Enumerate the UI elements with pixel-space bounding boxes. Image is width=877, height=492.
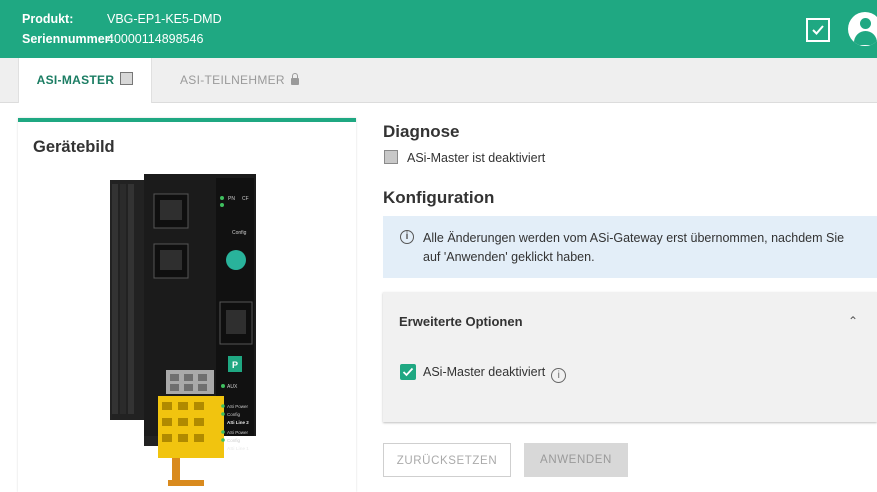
info-banner: i Alle Änderungen werden vom ASi-Gateway… [383,216,877,278]
diagnose-status-text: ASi-Master ist deaktiviert [407,151,546,165]
tab-asi-master-label: ASI-MASTER [36,73,115,87]
info-icon[interactable]: i [551,368,567,383]
tab-asi-teilnehmer[interactable]: ASI-TEILNEHMER [180,58,299,102]
product-value: VBG-EP1-KE5-DMD [107,12,222,26]
diagnose-title: Diagnose [383,122,460,141]
device-label-config-2: Config [227,412,241,417]
product-label: Produkt: [22,12,74,26]
serial-label: Seriennummer: [22,32,114,46]
asi-master-deactivated-option: ASi-Master deaktiviert i [400,364,567,383]
device-label-aux: AUX [227,384,238,390]
device-label-asi-line-2: ASi Line 2 [227,420,249,425]
tab-asi-teilnehmer-label: ASI-TEILNEHMER [180,73,285,87]
product-row: Produkt: VBG-EP1-KE5-DMD [22,12,222,26]
info-icon: i [400,230,414,244]
top-header: Produkt: VBG-EP1-KE5-DMD Seriennummer:400… [0,0,877,58]
status-square-icon [384,150,398,164]
advanced-options-panel: Erweiterte Optionen ⌃ ASi-Master deaktiv… [383,292,877,422]
device-image: PN CF Config P AUX ASi Power Config ASi … [110,174,256,486]
asi-master-deactivated-checkbox[interactable] [400,364,416,380]
diagnose-status: ASi-Master ist deaktiviert [384,150,545,165]
advanced-options-title[interactable]: Erweiterte Optionen [399,314,523,329]
serial-row: Seriennummer:40000114898546 [22,32,203,46]
serial-value: 40000114898546 [107,32,204,46]
panel-title: Gerätebild [33,138,115,156]
lock-icon [290,73,299,85]
tab-bar: ASI-MASTER ASI-TEILNEHMER [0,58,877,103]
square-indicator-icon [120,72,134,85]
chevron-up-icon[interactable]: ⌃ [848,314,858,328]
konfiguration-title: Konfiguration [383,188,495,207]
user-icon[interactable] [848,12,877,46]
device-label-asi-line-1: ASi Line 1 [227,446,249,451]
device-label-config: Config [232,230,247,236]
asi-master-deactivated-label: ASi-Master deaktiviert [423,365,546,379]
device-label-asi-power: ASi Power [227,404,249,409]
device-image-panel: Gerätebild PN CF Config P AUX ASi Power … [18,118,356,492]
reset-button[interactable]: ZURÜCKSETZEN [383,443,511,477]
apply-button[interactable]: ANWENDEN [524,443,628,477]
info-text: Alle Änderungen werden vom ASi-Gateway e… [423,231,845,264]
device-label-config-3: Config [227,438,241,443]
device-label-asi-power-2: ASi Power [227,430,249,435]
svg-text:P: P [232,360,238,370]
check-box-icon[interactable] [806,18,830,42]
tab-asi-master[interactable]: ASI-MASTER [18,58,152,103]
device-label-pn: PN [228,196,235,202]
device-label-cf: CF [242,196,249,202]
